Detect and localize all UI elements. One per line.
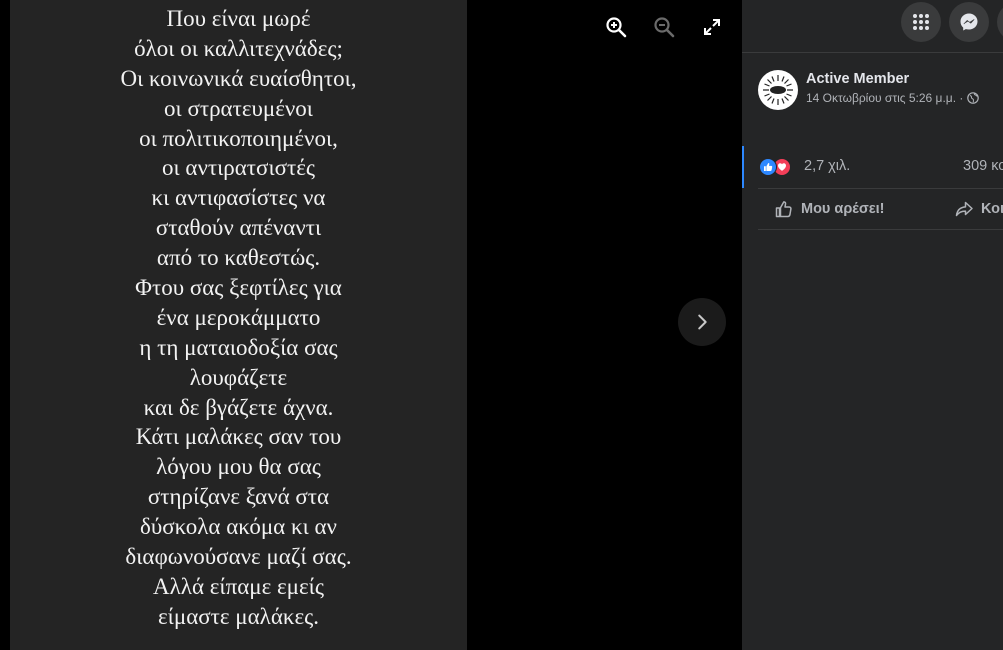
poem-line: λόγου μου θα σας: [156, 454, 321, 480]
poem-line: σταθούν απέναντι: [155, 215, 322, 241]
poem-line: Κάτι μαλάκες σαν του: [135, 424, 342, 450]
poem-line: και δε βγάζετε άχνα.: [143, 394, 334, 420]
next-photo-button[interactable]: [678, 298, 726, 346]
poem-line: οι αντιρατσιστές: [161, 155, 316, 181]
zoom-in-icon: [606, 17, 627, 38]
like-reaction-icon: [759, 158, 777, 176]
post-photo[interactable]: Που είναι μωρέ όλοι οι καλλιτεχνάδες; Οι…: [10, 0, 467, 650]
zoom-out-button[interactable]: [647, 10, 681, 44]
poem-line: λουφάζετε: [189, 364, 288, 390]
post-timestamp[interactable]: 14 Οκτωβρίου στις 5:26 μ.μ. ·: [806, 91, 963, 105]
post-actions: Μου αρέσει! Κοι: [758, 188, 1003, 230]
share-button[interactable]: Κοι: [954, 189, 1003, 229]
reactions-summary: 2,7 χιλ. 309 κο: [742, 146, 1003, 188]
author-avatar[interactable]: [758, 70, 798, 110]
poem-line: Αλλά είπαμε εμείς: [153, 573, 324, 599]
reaction-count[interactable]: 2,7 χιλ.: [804, 158, 850, 174]
messenger-button[interactable]: [949, 2, 989, 42]
top-bar: [742, 0, 1003, 53]
author-logo-icon: [760, 72, 796, 108]
like-button[interactable]: Μου αρέσει!: [774, 189, 885, 229]
poem-line: Φτου σας ξεφτίλες για: [135, 275, 342, 301]
photo-viewer: Που είναι μωρέ όλοι οι καλλιτεχνάδες; Οι…: [0, 0, 742, 650]
notifications-button[interactable]: [997, 2, 1003, 42]
poem-line: διαφωνούσανε μαζί σας.: [125, 544, 352, 570]
poem-line: οι πολιτικοποιημένοι,: [139, 125, 338, 151]
grid-menu-icon: [913, 14, 929, 30]
poem-text: Που είναι μωρέ όλοι οι καλλιτεχνάδες; Οι…: [10, 4, 467, 632]
share-icon: [955, 201, 973, 217]
poem-line: είμαστε μαλάκες.: [158, 603, 319, 629]
thumbs-up-icon: [775, 201, 792, 218]
like-button-label: Μου αρέσει!: [801, 201, 885, 217]
globe-icon: [967, 92, 980, 104]
poem-line: από το καθεστώς.: [156, 245, 321, 271]
fullscreen-icon: [704, 19, 720, 35]
focus-indicator: [742, 146, 744, 188]
poem-line: όλοι οι καλλιτεχνάδες;: [134, 35, 343, 61]
poem-line: Που είναι μωρέ: [166, 6, 311, 31]
comments-count[interactable]: 309 κο: [963, 158, 1003, 174]
share-button-label: Κοι: [981, 201, 1003, 217]
messenger-icon: [960, 13, 978, 31]
fullscreen-button[interactable]: [695, 10, 729, 44]
poem-line: η τη ματαιοδοξία σας: [139, 334, 338, 360]
chevron-right-icon: [698, 314, 707, 330]
poem-line: οι στρατευμένοι: [164, 95, 313, 121]
post-header: Active Member 14 Οκτωβρίου στις 5:26 μ.μ…: [758, 70, 1003, 112]
poem-line: Οι κοινωνικά ευαίσθητοι,: [120, 65, 357, 91]
author-name[interactable]: Active Member: [806, 71, 909, 87]
poem-line: κι αντιφασίστες να: [151, 185, 326, 211]
poem-line: στηρίζανε ξανά στα: [147, 484, 330, 510]
reaction-icons[interactable]: [759, 158, 795, 176]
poem-line: δύσκολα ακόμα κι αν: [140, 514, 337, 540]
menu-button[interactable]: [901, 2, 941, 42]
post-side-panel: Active Member 14 Οκτωβρίου στις 5:26 μ.μ…: [742, 0, 1003, 650]
post-meta: 14 Οκτωβρίου στις 5:26 μ.μ. ·: [806, 91, 980, 105]
zoom-in-button[interactable]: [599, 10, 633, 44]
zoom-out-icon: [654, 17, 675, 38]
poem-line: ένα μεροκάμματο: [156, 304, 321, 330]
